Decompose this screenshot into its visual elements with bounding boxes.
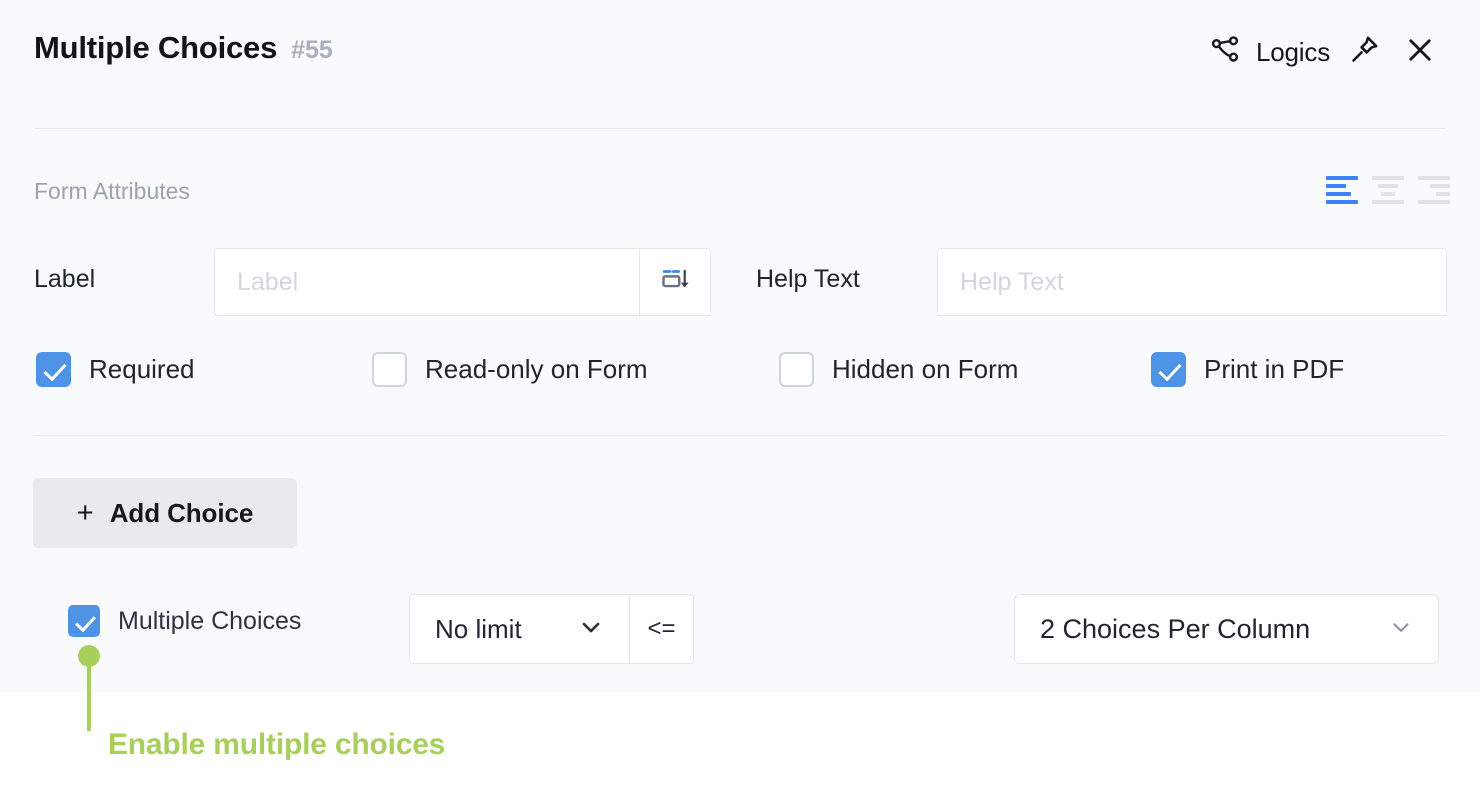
- choices-per-column-select[interactable]: 2 Choices Per Column: [1014, 594, 1439, 664]
- align-bar: [1372, 176, 1404, 180]
- field-settings-panel: Multiple Choices #55 Logics Form Attribu…: [0, 0, 1480, 692]
- logics-button[interactable]: Logics: [1202, 29, 1336, 76]
- align-bar: [1326, 200, 1358, 204]
- checkbox-box: [372, 352, 407, 387]
- checkbox-print-in-pdf[interactable]: Print in PDF: [1151, 352, 1344, 387]
- header-divider: [34, 128, 1446, 129]
- page-title: Multiple Choices: [34, 30, 278, 65]
- align-bar: [1326, 176, 1358, 180]
- choice-limit-select[interactable]: No limit: [410, 595, 629, 663]
- choice-limit-select-group: No limit <=: [409, 594, 694, 664]
- align-bar: [1418, 200, 1450, 204]
- align-bar: [1430, 184, 1450, 188]
- checkbox-hidden-on-form[interactable]: Hidden on Form: [779, 352, 1018, 387]
- choices-divider: [34, 435, 1446, 436]
- chevron-down-icon: [1388, 614, 1414, 645]
- multiple-choices-row: Multiple Choices No limit <= 2 Choices P…: [0, 594, 1480, 664]
- label-position-button[interactable]: [639, 249, 710, 315]
- choices-per-column-main: 2 Choices Per Column: [1015, 595, 1438, 663]
- align-center-button[interactable]: [1370, 172, 1406, 208]
- label-position-icon: [658, 263, 692, 302]
- checkbox-label: Required: [89, 354, 195, 384]
- form-attributes-label: Form Attributes: [34, 178, 190, 204]
- checkbox-box: [779, 352, 814, 387]
- panel-title-group: Multiple Choices #55: [34, 30, 333, 66]
- plus-icon: +: [76, 496, 94, 529]
- annotation-text: Enable multiple choices: [108, 728, 446, 761]
- align-bar: [1380, 192, 1396, 196]
- choice-limit-value: No limit: [435, 613, 522, 644]
- align-bar: [1372, 200, 1404, 204]
- align-bar: [1326, 192, 1351, 196]
- checkbox-label: Multiple Choices: [118, 606, 302, 635]
- chevron-down-icon: [577, 613, 605, 646]
- close-icon: [1403, 33, 1437, 72]
- panel-header: Multiple Choices #55 Logics: [0, 0, 1480, 128]
- label-field-label: Label: [34, 265, 96, 293]
- align-bar: [1326, 184, 1346, 188]
- add-choice-button[interactable]: + Add Choice: [33, 478, 297, 548]
- field-id-badge: #55: [291, 36, 333, 64]
- annotation-dot: [78, 645, 100, 667]
- label-helptext-row: Label Help Text: [0, 248, 1480, 316]
- checkbox-multiple-choices[interactable]: Multiple Choices: [68, 605, 301, 637]
- form-attribute-checkbox-row: Required Read-only on Form Hidden on For…: [0, 352, 1480, 390]
- checkbox-box: [1151, 352, 1186, 387]
- checkbox-required[interactable]: Required: [36, 352, 195, 387]
- checkbox-box: [36, 352, 71, 387]
- checkbox-box: [68, 605, 100, 637]
- checkbox-label: Read-only on Form: [425, 354, 648, 384]
- helptext-input-group: [937, 248, 1447, 316]
- align-right-button[interactable]: [1416, 172, 1452, 208]
- checkbox-read-only-on-form[interactable]: Read-only on Form: [372, 352, 648, 387]
- label-input-group: [214, 248, 711, 316]
- header-actions: Logics: [1202, 27, 1448, 77]
- logics-label: Logics: [1256, 36, 1330, 67]
- choice-limit-operator-button[interactable]: <=: [629, 595, 693, 663]
- helptext-input[interactable]: [938, 249, 1446, 315]
- align-bar: [1378, 184, 1398, 188]
- choices-per-column-value: 2 Choices Per Column: [1040, 613, 1311, 644]
- helptext-field-label: Help Text: [756, 265, 860, 293]
- close-button[interactable]: [1392, 27, 1448, 77]
- pin-icon: [1347, 33, 1381, 72]
- checkbox-label: Print in PDF: [1204, 354, 1345, 384]
- add-choice-label: Add Choice: [109, 497, 254, 528]
- align-bar: [1418, 176, 1450, 180]
- checkbox-label: Hidden on Form: [832, 354, 1019, 384]
- label-input[interactable]: [215, 249, 639, 315]
- share-nodes-icon: [1208, 33, 1242, 72]
- align-bar: [1435, 192, 1450, 196]
- pin-button[interactable]: [1336, 27, 1392, 77]
- align-left-button[interactable]: [1324, 172, 1360, 208]
- alignment-button-group: [1324, 172, 1452, 208]
